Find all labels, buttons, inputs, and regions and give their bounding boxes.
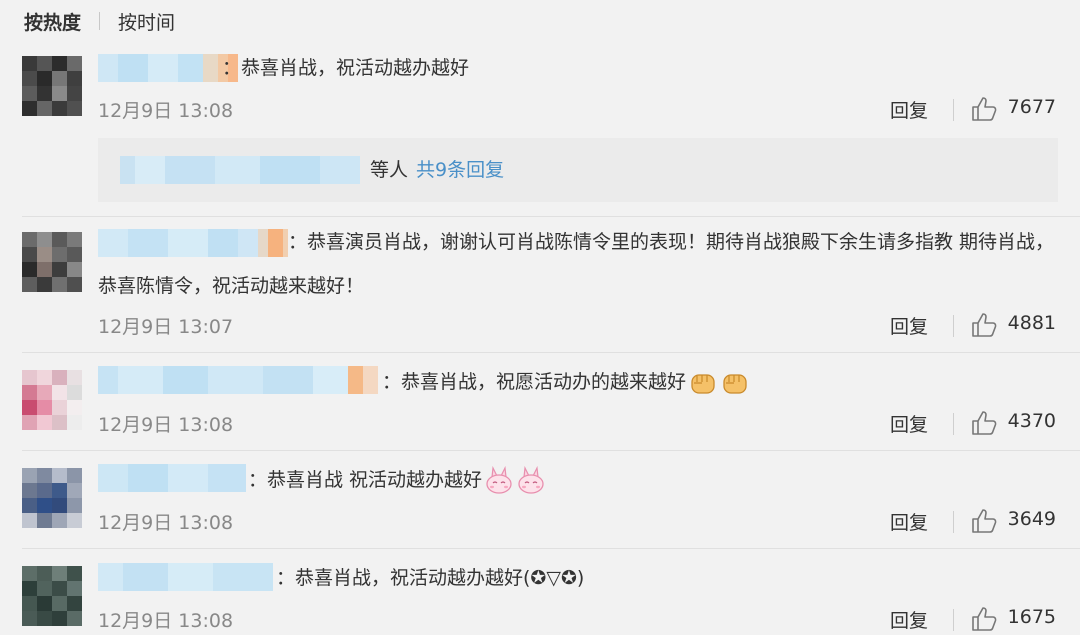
comment-time: 12月9日 13:08 xyxy=(98,512,234,534)
comment-time: 12月9日 13:08 xyxy=(98,414,234,436)
avatar[interactable] xyxy=(22,370,82,430)
avatar[interactable] xyxy=(22,566,82,626)
thumbs-up-icon[interactable] xyxy=(970,507,998,535)
action-divider xyxy=(953,609,954,631)
reply-button[interactable]: 回复 xyxy=(890,96,928,123)
comment-text: ：恭喜肖战，祝活动越办越好(✪▽✪) xyxy=(276,567,585,589)
comment-text-content: ：恭喜肖战 祝活动越办越好 xyxy=(248,469,483,491)
comment-text: ：恭喜肖战 祝活动越办越好 xyxy=(248,464,546,496)
sort-by-hot-tab[interactable]: 按热度 xyxy=(24,8,81,35)
view-all-replies-link[interactable]: 共9条回复 xyxy=(416,159,504,181)
sub-replies-suffix: 等人 xyxy=(370,159,409,181)
comment-divider xyxy=(22,352,1080,353)
sort-by-time-tab[interactable]: 按时间 xyxy=(118,8,175,35)
sort-divider xyxy=(99,12,101,30)
username-pixelated[interactable] xyxy=(98,464,246,492)
reply-button[interactable]: 回复 xyxy=(890,508,928,535)
avatar[interactable] xyxy=(22,56,82,116)
fist-emoji-icon xyxy=(723,373,747,394)
comment-text: ：恭喜演员肖战，谢谢认可肖战陈情令里的表现！期待肖战狼殿下余生请多指教 期待肖战… xyxy=(98,231,1055,297)
thumbs-up-icon[interactable] xyxy=(970,311,998,339)
bunny-emoji-icon xyxy=(518,465,544,494)
thumbs-up-icon[interactable] xyxy=(970,605,998,633)
comment-divider xyxy=(22,216,1080,217)
sub-replies-box[interactable]: 等人 共9条回复 xyxy=(98,138,1058,202)
comment-divider xyxy=(22,450,1080,451)
comment-text: ：恭喜肖战，祝愿活动办的越来越好 xyxy=(382,366,750,398)
comment-divider xyxy=(22,548,1080,549)
like-count: 1675 xyxy=(1007,606,1056,628)
fist-emoji-icon xyxy=(691,373,715,394)
reply-button[interactable]: 回复 xyxy=(890,606,928,633)
action-divider xyxy=(953,99,954,121)
comment-text-content: ：恭喜肖战，祝愿活动办的越来越好 xyxy=(382,371,687,393)
action-divider xyxy=(953,315,954,337)
like-count: 4881 xyxy=(1007,312,1056,334)
like-count: 4370 xyxy=(1007,410,1056,432)
username-pixelated[interactable] xyxy=(98,563,273,591)
thumbs-up-icon[interactable] xyxy=(970,95,998,123)
sort-bar: 按热度 按时间 xyxy=(24,6,175,36)
reply-button[interactable]: 回复 xyxy=(890,410,928,437)
action-divider xyxy=(953,511,954,533)
avatar[interactable] xyxy=(22,232,82,292)
username-pixelated[interactable] xyxy=(98,366,378,394)
avatar[interactable] xyxy=(22,468,82,528)
like-count: 3649 xyxy=(1007,508,1056,530)
comment-time: 12月9日 13:08 xyxy=(98,100,234,122)
thumbs-up-icon[interactable] xyxy=(970,409,998,437)
username-pixelated[interactable] xyxy=(98,54,238,82)
bunny-emoji-icon xyxy=(486,465,512,494)
comment-time: 12月9日 13:08 xyxy=(98,610,234,632)
reply-button[interactable]: 回复 xyxy=(890,312,928,339)
action-divider xyxy=(953,413,954,435)
sub-reply-usernames-pixelated xyxy=(120,156,360,184)
comment-text: ：恭喜肖战，祝活动越办越好 xyxy=(222,57,470,79)
sub-replies-summary: 等人 共9条回复 xyxy=(370,156,504,184)
like-count: 7677 xyxy=(1007,96,1056,118)
comment-time: 12月9日 13:07 xyxy=(98,316,234,338)
